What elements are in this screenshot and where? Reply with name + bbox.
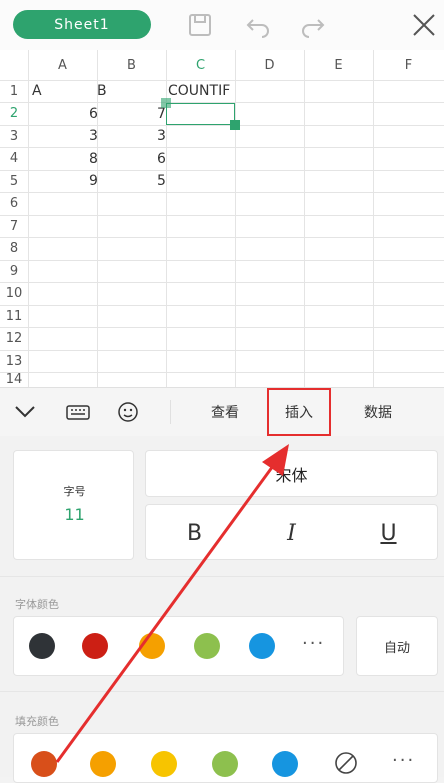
- annotation-arrow: [55, 444, 289, 763]
